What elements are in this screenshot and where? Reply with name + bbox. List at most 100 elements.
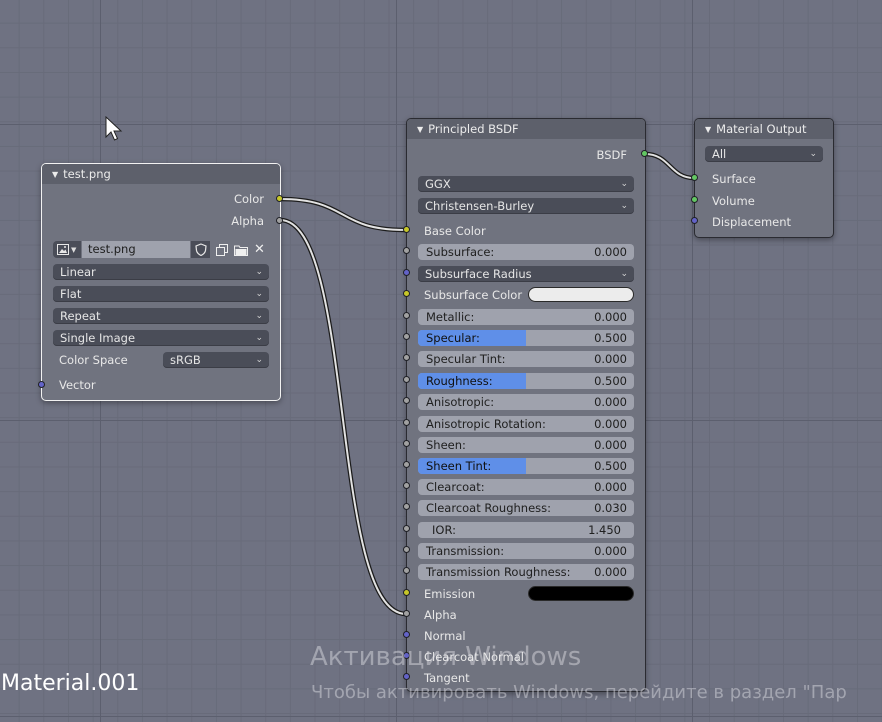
input-anisotropic-socket[interactable] (403, 397, 410, 404)
emission-color-swatch[interactable] (528, 586, 634, 601)
field-label: Clearcoat Roughness: (426, 501, 552, 515)
field-label: Roughness: (426, 374, 493, 388)
image-texture-node[interactable]: ▼ test.png Color Alpha ▼ test.png ✕ Line… (41, 163, 281, 401)
node-header[interactable]: ▼ Principled BSDF (407, 119, 645, 139)
subsurface-radius-label: Subsurface Radius (425, 267, 532, 281)
input-base-color-socket[interactable] (403, 226, 410, 233)
fake-user-shield-icon (194, 243, 207, 256)
ior-field[interactable]: IOR: 1.450 (418, 522, 634, 538)
collapse-arrow-icon[interactable]: ▼ (705, 125, 711, 134)
input-displacement-socket[interactable] (691, 217, 698, 224)
input-subsurface-radius-socket[interactable] (403, 269, 410, 276)
collapse-arrow-icon[interactable]: ▼ (52, 170, 58, 179)
open-folder-icon (233, 245, 248, 256)
field-value: 0.030 (594, 501, 627, 515)
input-subsurface-color-socket[interactable] (403, 290, 410, 297)
input-transmission-socket[interactable] (403, 546, 410, 553)
source-dropdown[interactable]: Single Image ⌄ (53, 330, 269, 346)
output-alpha-socket[interactable] (276, 217, 283, 224)
specular-tint-field[interactable]: Specular Tint: 0.000 (418, 351, 634, 367)
input-tangent-socket[interactable] (403, 673, 410, 680)
field-value: 0.000 (594, 544, 627, 558)
anisotropic-field[interactable]: Anisotropic: 0.000 (418, 394, 634, 410)
principled-bsdf-node[interactable]: ▼ Principled BSDF BSDF GGX ⌄ Christensen… (406, 118, 646, 692)
chevron-down-icon: ▼ (71, 245, 77, 254)
subsurface-method-dropdown[interactable]: Christensen-Burley ⌄ (418, 198, 634, 214)
input-metallic-socket[interactable] (403, 312, 410, 319)
input-volume-socket[interactable] (691, 196, 698, 203)
input-transmission-roughness-socket[interactable] (403, 567, 410, 574)
output-bsdf-socket[interactable] (641, 150, 648, 157)
subsurface-color-swatch[interactable] (528, 287, 634, 302)
input-sheen-socket[interactable] (403, 440, 410, 447)
field-label: IOR: (432, 523, 456, 537)
clearcoat-roughness-field[interactable]: Clearcoat Roughness: 0.030 (418, 500, 634, 516)
field-label: Anisotropic Rotation: (426, 417, 546, 431)
input-vector-socket[interactable] (38, 381, 45, 388)
node-header[interactable]: ▼ Material Output (695, 119, 833, 139)
image-browse-button[interactable]: ▼ (53, 241, 81, 258)
input-clearcoat-roughness-socket[interactable] (403, 503, 410, 510)
specular-field[interactable]: Specular: 0.500 (418, 330, 634, 346)
field-value: 0.500 (594, 374, 627, 388)
input-subsurface-socket[interactable] (403, 247, 410, 254)
duplicate-image-button[interactable] (212, 241, 231, 258)
clearcoat-field[interactable]: Clearcoat: 0.000 (418, 479, 634, 495)
interpolation-dropdown[interactable]: Linear ⌄ (53, 264, 269, 280)
chevron-down-icon: ⌄ (255, 355, 263, 365)
node-header[interactable]: ▼ test.png (42, 164, 280, 184)
input-specular-tint-socket[interactable] (403, 354, 410, 361)
input-normal-socket[interactable] (403, 631, 410, 638)
distribution-dropdown[interactable]: GGX ⌄ (418, 176, 634, 192)
close-icon: ✕ (254, 242, 265, 257)
subsurface-field[interactable]: Subsurface: 0.000 (418, 244, 634, 260)
field-value: 0.000 (594, 438, 627, 452)
sheen-tint-field[interactable]: Sheen Tint: 0.500 (418, 458, 634, 474)
metallic-field[interactable]: Metallic: 0.000 (418, 309, 634, 325)
transmission-roughness-field[interactable]: Transmission Roughness: 0.000 (418, 564, 634, 580)
input-sheen-tint-socket[interactable] (403, 461, 410, 468)
chevron-down-icon: ⌄ (809, 149, 817, 159)
chevron-down-icon: ⌄ (255, 267, 263, 277)
link-alpha-to-alpha (277, 217, 409, 617)
field-value: 0.000 (594, 480, 627, 494)
input-roughness-socket[interactable] (403, 376, 410, 383)
subsurface-radius-dropdown[interactable]: Subsurface Radius ⌄ (418, 266, 634, 282)
fake-user-button[interactable] (191, 241, 210, 258)
input-anisotropic-rotation-socket[interactable] (403, 419, 410, 426)
input-ior-socket[interactable] (403, 525, 410, 532)
transmission-field[interactable]: Transmission: 0.000 (418, 543, 634, 559)
field-value: 0.500 (594, 331, 627, 345)
material-output-node[interactable]: ▼ Material Output All ⌄ Surface Volume D… (694, 118, 834, 238)
input-clearcoat-socket[interactable] (403, 482, 410, 489)
extension-dropdown[interactable]: Repeat ⌄ (53, 308, 269, 324)
field-label: Metallic: (426, 310, 475, 324)
output-color-socket[interactable] (276, 195, 283, 202)
source-value: Single Image (60, 331, 136, 345)
input-surface-socket[interactable] (691, 174, 698, 181)
node-title: Material Output (716, 122, 807, 136)
chevron-down-icon: ⌄ (620, 179, 628, 189)
output-target-value: All (712, 147, 727, 161)
input-emission-socket[interactable] (403, 589, 410, 596)
output-target-dropdown[interactable]: All ⌄ (705, 146, 823, 162)
open-image-button[interactable] (231, 241, 250, 258)
input-alpha-label: Alpha (424, 608, 457, 622)
input-base-color-label: Base Color (424, 224, 486, 238)
material-name-label: Material.001 (1, 671, 140, 696)
input-specular-socket[interactable] (403, 333, 410, 340)
input-alpha-socket[interactable] (403, 610, 410, 617)
distribution-value: GGX (425, 177, 451, 191)
field-value: 0.500 (594, 459, 627, 473)
field-label: Clearcoat: (426, 480, 485, 494)
roughness-field[interactable]: Roughness: 0.500 (418, 373, 634, 389)
image-name-field[interactable]: test.png (82, 241, 190, 258)
color-space-dropdown[interactable]: sRGB ⌄ (163, 352, 269, 368)
collapse-arrow-icon[interactable]: ▼ (417, 125, 423, 134)
unlink-image-button[interactable]: ✕ (250, 241, 269, 258)
sheen-field[interactable]: Sheen: 0.000 (418, 437, 634, 453)
anisotropic-rotation-field[interactable]: Anisotropic Rotation: 0.000 (418, 416, 634, 432)
projection-dropdown[interactable]: Flat ⌄ (53, 286, 269, 302)
chevron-down-icon: ⌄ (255, 289, 263, 299)
windows-activation-watermark-title: Активация Windows (310, 642, 582, 672)
